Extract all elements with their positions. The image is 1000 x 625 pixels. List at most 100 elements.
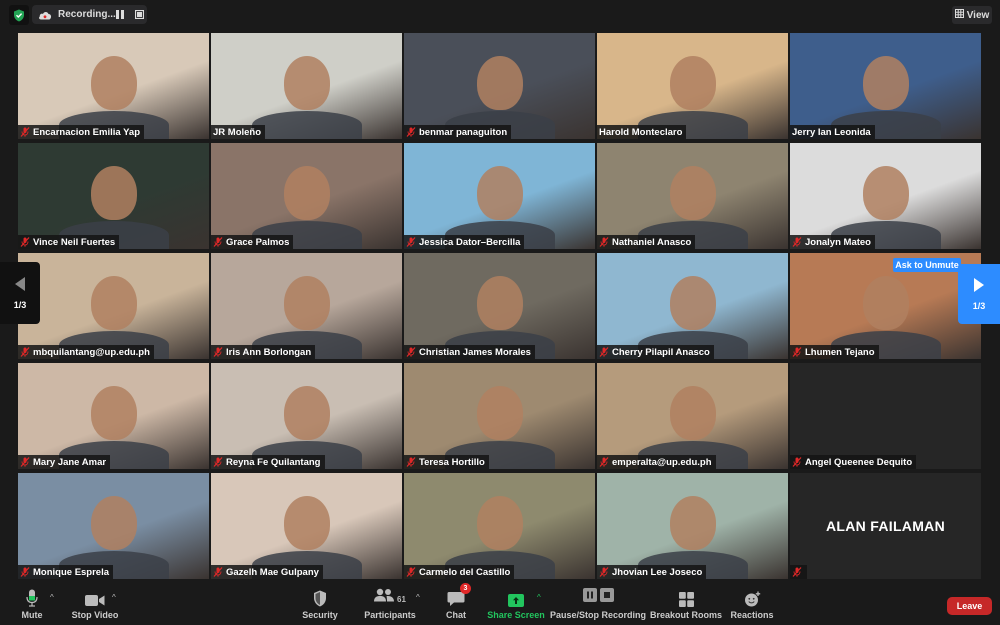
microphone-muted-icon: [213, 347, 223, 357]
participant-name-tag: Jhovian Lee Joseco: [597, 565, 707, 579]
participant-tile[interactable]: Monique Esprela: [18, 473, 209, 579]
participant-tile[interactable]: Mary Jane Amar: [18, 363, 209, 469]
participant-video: [597, 33, 788, 139]
participant-tile[interactable]: Jerry Ian Leonida: [790, 33, 981, 139]
participant-silhouette: [862, 276, 909, 331]
participant-tile[interactable]: Encarnacion Emilia Yap: [18, 33, 209, 139]
participant-tile[interactable]: Harold Monteclaro: [597, 33, 788, 139]
microphone-muted-icon: [792, 567, 802, 577]
participant-silhouette: [669, 496, 716, 551]
participant-name: Carmelo del Castillo: [419, 566, 511, 578]
participant-silhouette: [283, 276, 330, 331]
participant-tile[interactable]: Jessica Dator–Bercilla: [404, 143, 595, 249]
participant-silhouette: [90, 56, 137, 111]
participant-tile[interactable]: Reyna Fe Quilantang: [211, 363, 402, 469]
participant-tile[interactable]: Jonalyn Mateo: [790, 143, 981, 249]
participant-name: emperalta@up.edu.ph: [612, 456, 712, 468]
participant-tile[interactable]: JR Moleño: [211, 33, 402, 139]
chat-bubble-icon: 3: [447, 583, 471, 607]
microphone-muted-icon: [406, 567, 416, 577]
microphone-muted-icon: [599, 567, 609, 577]
participant-video: [211, 363, 402, 469]
breakout-rooms-button[interactable]: Breakout Rooms: [650, 585, 722, 625]
participant-tile[interactable]: Nathaniel Anasco: [597, 143, 788, 249]
participant-name-tag: Jerry Ian Leonida: [790, 125, 875, 139]
mute-button[interactable]: Mute: [14, 585, 50, 625]
participant-video: [211, 143, 402, 249]
view-label: View: [966, 9, 990, 21]
audio-options-caret-icon[interactable]: ^: [50, 593, 54, 602]
stop-video-button[interactable]: Stop Video: [70, 585, 120, 625]
participant-name: Jonalyn Mateo: [805, 236, 871, 248]
participants-button[interactable]: 61 Participants: [360, 585, 420, 625]
participant-tile[interactable]: Grace Palmos: [211, 143, 402, 249]
participant-tile[interactable]: Gazelh Mae Gulpany: [211, 473, 402, 579]
breakout-rooms-icon: [678, 585, 694, 607]
security-shield-icon[interactable]: [9, 5, 29, 25]
pause-recording-icon[interactable]: [115, 10, 124, 19]
participant-name: Cherry Pilapil Anasco: [612, 346, 710, 358]
participant-video: [211, 473, 402, 579]
participant-tile[interactable]: Carmelo del Castillo: [404, 473, 595, 579]
reactions-button[interactable]: Reactions: [731, 585, 774, 625]
participant-tile[interactable]: Iris Ann Borlongan: [211, 253, 402, 359]
participant-tile[interactable]: Cherry Pilapil Anasco: [597, 253, 788, 359]
recording-controls-icons: [582, 585, 614, 607]
participant-name: Nathaniel Anasco: [612, 236, 692, 248]
video-options-caret-icon[interactable]: ^: [112, 593, 116, 602]
security-button[interactable]: Security: [300, 585, 340, 625]
participant-tile[interactable]: ALAN FAILAMAN: [790, 473, 981, 579]
participant-tile[interactable]: emperalta@up.edu.ph: [597, 363, 788, 469]
participant-name-tag: Jonalyn Mateo: [790, 235, 875, 249]
pause-icon: [582, 588, 597, 607]
participant-video: [18, 473, 209, 579]
participant-silhouette: [283, 496, 330, 551]
next-page-button[interactable]: 1/3: [958, 264, 1000, 324]
recording-indicator: Recording...: [32, 5, 147, 24]
microphone-muted-icon: [792, 347, 802, 357]
previous-page-button[interactable]: 1/3: [0, 262, 40, 324]
participant-tile[interactable]: Vince Neil Fuertes: [18, 143, 209, 249]
participant-name-tag: Mary Jane Amar: [18, 455, 111, 469]
meeting-toolbar: Mute ^ Stop Video ^ Security 61 Particip…: [0, 583, 1000, 625]
participant-video: [18, 253, 209, 359]
participant-video: [790, 143, 981, 249]
microphone-muted-icon: [406, 237, 416, 247]
ask-to-unmute-button[interactable]: Ask to Unmute: [893, 258, 961, 272]
participant-name: Jerry Ian Leonida: [792, 126, 871, 138]
microphone-muted-icon: [792, 457, 802, 467]
participant-tile[interactable]: Angel Queenee Dequito: [790, 363, 981, 469]
participant-tile[interactable]: Jhovian Lee Joseco: [597, 473, 788, 579]
participant-video: [597, 473, 788, 579]
share-options-caret-icon[interactable]: ^: [537, 593, 541, 602]
microphone-muted-icon: [20, 237, 30, 247]
stop-recording-icon[interactable]: [135, 10, 144, 19]
view-button[interactable]: View: [952, 6, 992, 24]
participants-options-caret-icon[interactable]: ^: [416, 593, 420, 602]
participant-name-tag: Teresa Hortillo: [404, 455, 489, 469]
participant-silhouette: [476, 386, 523, 441]
participant-tile[interactable]: benmar panaguiton: [404, 33, 595, 139]
participant-name-tag: Jessica Dator–Bercilla: [404, 235, 525, 249]
participant-name-tag: Gazelh Mae Gulpany: [211, 565, 323, 579]
participant-silhouette: [476, 166, 523, 221]
participant-tile[interactable]: mbquilantang@up.edu.ph: [18, 253, 209, 359]
microphone-icon: [26, 585, 38, 607]
stop-icon: [599, 588, 614, 607]
breakout-rooms-label: Breakout Rooms: [650, 610, 723, 620]
participant-video: [211, 33, 402, 139]
participant-name: Iris Ann Borlongan: [226, 346, 312, 358]
microphone-muted-icon: [20, 457, 30, 467]
microphone-muted-icon: [213, 457, 223, 467]
share-screen-button[interactable]: Share Screen: [487, 585, 545, 625]
microphone-muted-icon: [599, 457, 609, 467]
participant-tile[interactable]: Christian James Morales: [404, 253, 595, 359]
top-bar: Recording... View: [0, 0, 1000, 30]
page-indicator-right: 1/3: [972, 300, 986, 311]
participant-tile[interactable]: Teresa Hortillo: [404, 363, 595, 469]
pause-stop-recording-button[interactable]: Pause/Stop Recording: [550, 585, 646, 625]
chat-button[interactable]: 3 Chat: [441, 583, 471, 625]
cloud-recording-icon: [38, 10, 52, 20]
participant-silhouette: [476, 276, 523, 331]
leave-meeting-button[interactable]: Leave: [947, 597, 992, 615]
